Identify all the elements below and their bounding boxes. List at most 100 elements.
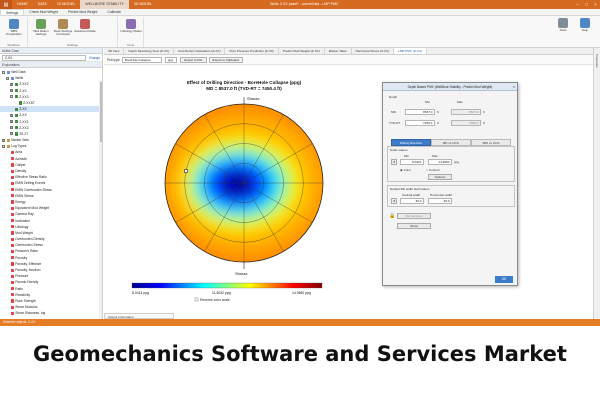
scale-values-group: Scale values Min Max ↺ 8.0414 14.9650 pp… <box>387 146 515 182</box>
polar-chart-area: Effect of Drilling Direction - BoreHole … <box>104 66 593 314</box>
close-icon[interactable]: × <box>591 0 600 9</box>
tree-node-icon <box>14 95 18 99</box>
expand-toggle-icon[interactable]: - <box>10 95 13 99</box>
document-tab[interactable]: Horizontal Stress (Z-XX) <box>352 48 395 54</box>
help-button[interactable]: Help <box>574 17 596 39</box>
document-tab[interactable]: 3D View <box>104 48 125 54</box>
tree-node-icon <box>10 188 14 192</box>
reset-width-icon[interactable]: ↺ <box>391 198 397 204</box>
dialog-tabs: Drilling Direction BD vs UCS MW vs UCS <box>391 139 511 146</box>
window-title: Wells 2-XX.psset* - sceneData - LMP PMV <box>270 2 339 6</box>
lithology-model-button[interactable]: Lithology Model <box>120 18 142 40</box>
tree-scrollbar[interactable] <box>99 80 102 319</box>
tree-node-icon <box>6 144 10 148</box>
options-button[interactable]: Options <box>428 174 452 180</box>
tree-node-icon <box>10 262 14 266</box>
tools-icon <box>558 18 568 28</box>
well-selector[interactable]: Z-XX <box>2 54 86 61</box>
expand-toggle-icon[interactable]: + <box>10 120 13 124</box>
export-file-button[interactable]: Export to File <box>180 56 207 63</box>
recalculate-button[interactable]: ReCalculate <box>397 213 431 219</box>
app-menu-button[interactable]: ▤ <box>0 0 12 9</box>
ribbon-tab-settings[interactable]: Settings <box>0 9 25 15</box>
tree-node-icon <box>10 150 14 155</box>
tree-item[interactable]: Shear Slowness, log <box>0 310 102 316</box>
tab-bd-vs-ucs[interactable]: BD vs UCS <box>431 139 471 146</box>
tools-button[interactable]: Tools <box>552 17 574 39</box>
menu-3d-model[interactable]: 3D MODEL <box>129 0 157 9</box>
colorbar-max-label: 14.9650 ppg <box>292 291 311 295</box>
document-tab[interactable]: Marker Table <box>325 48 352 54</box>
tree-node-icon <box>10 287 14 291</box>
wbs-preparation-button[interactable]: WBS Preparation <box>3 18 25 40</box>
tab-drilling-direction[interactable]: Drilling Direction <box>391 139 431 146</box>
tree-node-icon <box>14 89 18 93</box>
menu-data[interactable]: DATA <box>33 0 52 9</box>
tree-item-label: Shear Slowness, log <box>15 311 46 316</box>
export-clipboard-button[interactable]: Export to Clipboard <box>208 56 244 63</box>
menu-home[interactable]: HOME <box>12 0 33 9</box>
market-caption: Geomechanics Software and Services Marke… <box>33 342 567 366</box>
bd-width-group: Default BD width field values Vertical w… <box>387 185 515 207</box>
expand-toggle-icon[interactable]: + <box>10 126 13 130</box>
tvd-min-input[interactable]: 7450.4 <box>405 120 435 126</box>
reverse-color-checkbox[interactable] <box>194 297 199 302</box>
expand-toggle-icon[interactable]: + <box>10 89 13 93</box>
vertical-width-input[interactable]: 30.0 <box>400 198 424 204</box>
tree-node-icon <box>10 311 14 315</box>
expand-toggle-icon[interactable]: - <box>2 144 5 148</box>
document-tab[interactable]: Pore Pressure Prediction (Z-XX) <box>225 48 279 54</box>
expand-toggle-icon[interactable]: - <box>6 76 9 80</box>
scale-max-input[interactable]: 14.9650 <box>428 159 452 165</box>
tree-node-icon <box>14 132 18 136</box>
dialog-close-icon[interactable]: × <box>513 83 515 91</box>
show-button[interactable]: Show <box>397 223 431 229</box>
md-min-input[interactable]: 8537.0 <box>405 109 435 115</box>
ribbon-tab-check-mud-weight[interactable]: Check Mud Weight <box>24 9 63 15</box>
tree-node-icon <box>6 138 10 142</box>
menu-1d-model[interactable]: 1D MODEL <box>52 0 80 9</box>
expand-toggle-icon[interactable]: + <box>10 113 13 117</box>
document-tab[interactable]: Predict Mud Weight (Z-XX) <box>279 48 325 54</box>
properties-strip[interactable]: Properties <box>593 48 600 319</box>
reset-scale-icon[interactable]: ↺ <box>391 159 397 165</box>
tvd-label: TVD-RT <box>389 121 401 125</box>
advanced-mode-button[interactable]: Advanced Mode <box>74 18 96 40</box>
expand-toggle-icon[interactable]: - <box>2 70 5 74</box>
contour-radio[interactable]: ○ Contour <box>426 168 440 172</box>
stereonet-plot: Shmax Shmax 8.0414 ppg 11.5032 ppg 14.96… <box>131 96 324 302</box>
tree-node-icon <box>14 126 18 130</box>
maximize-icon[interactable]: □ <box>582 0 591 9</box>
horizontal-width-input[interactable]: 30.0 <box>428 198 452 204</box>
well-datum-settings-button[interactable]: Well Datum Settings <box>30 18 52 40</box>
document-tab[interactable]: Depth Stretching View (Z-XX) <box>124 48 174 54</box>
active-case-row: Z-XX Change <box>0 54 102 62</box>
unit-select[interactable]: ppg <box>165 56 178 63</box>
tree-node-icon <box>10 305 14 309</box>
scale-min-input[interactable]: 8.0414 <box>400 159 424 165</box>
tab-mw-vs-ucs[interactable]: MW vs UCS <box>471 139 511 146</box>
window-controls: – □ × <box>573 0 600 9</box>
expand-toggle-icon[interactable]: + <box>10 82 13 86</box>
depth-max-label: Max <box>457 100 463 104</box>
menu-wellbore-stability[interactable]: WELLBORE STABILITY <box>80 0 129 9</box>
ribbon-tab-predict-mud-weight[interactable]: Predict Mud Weight <box>63 9 103 15</box>
plot-type-select[interactable]: BoreHole Collapse <box>122 56 163 63</box>
lock-icon[interactable]: 🔒 <box>389 213 395 219</box>
expand-toggle-icon[interactable]: + <box>10 132 13 136</box>
rock-settings-button[interactable]: Rock Settings Constants <box>52 18 74 40</box>
expand-toggle-icon[interactable]: + <box>2 138 5 142</box>
color-radio[interactable]: ◉ Color <box>400 168 411 172</box>
ribbon-tab-calibrate[interactable]: Calibrate <box>102 9 126 15</box>
document-tabs: 3D View Depth Stretching View (Z-XX) Overb… <box>104 48 593 55</box>
tvd-max-input: 7450.4 <box>451 120 481 126</box>
dialog-title: Depth Based PMV (WellBore Stability - Pr… <box>383 83 517 91</box>
tree-node-icon <box>10 243 14 247</box>
document-tab[interactable]: Overburden Calculation (Z-XX) <box>174 48 226 54</box>
change-link[interactable]: Change <box>89 56 100 60</box>
minimize-icon[interactable]: – <box>573 0 582 9</box>
scrollbar-thumb[interactable] <box>99 82 102 142</box>
ok-button[interactable]: OK <box>495 276 513 283</box>
tree-node-icon <box>10 181 14 186</box>
document-tab[interactable]: LMP PMV (Z-XX) <box>394 48 427 54</box>
